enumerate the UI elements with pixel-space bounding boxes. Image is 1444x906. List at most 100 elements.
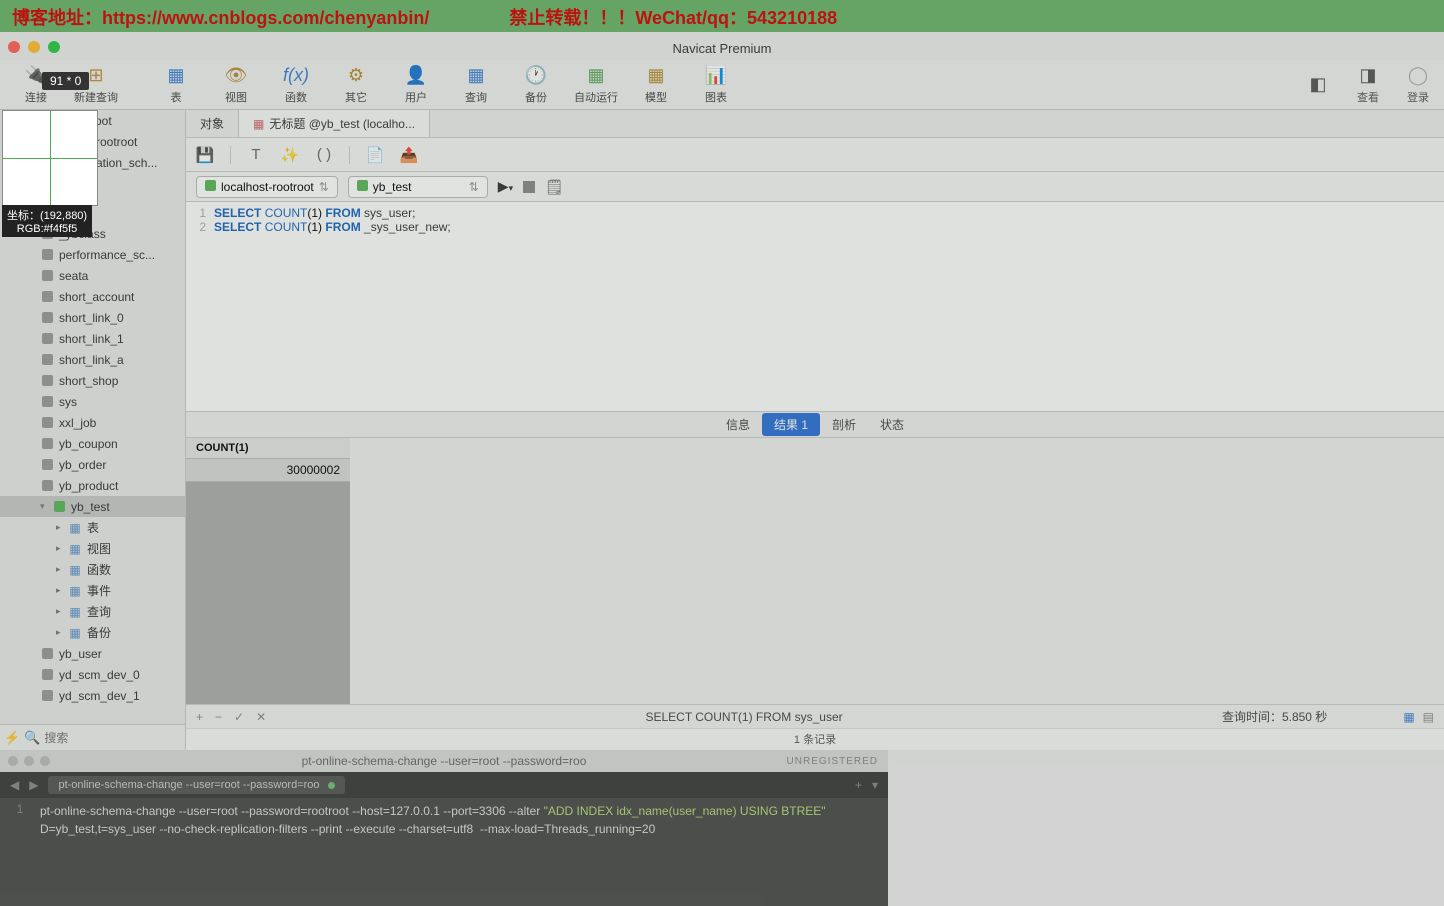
text-icon[interactable]: T: [247, 146, 265, 164]
tree-item[interactable]: yb_order: [0, 454, 185, 475]
chevron-right-icon: ▸: [56, 522, 66, 533]
tab-objects[interactable]: 对象: [186, 110, 239, 137]
wand-icon[interactable]: ✨: [281, 146, 299, 164]
tree-item[interactable]: yb_coupon: [0, 433, 185, 454]
export-icon[interactable]: 📤: [400, 146, 418, 164]
add-row-icon[interactable]: +: [196, 710, 203, 724]
tree-item[interactable]: yd_scm_dev_0: [0, 664, 185, 685]
lightning-icon[interactable]: ⚡: [4, 730, 20, 746]
folder-icon: ▦: [68, 605, 82, 619]
tree-subitem[interactable]: ▸▦备份: [0, 622, 185, 643]
tb-view[interactable]: 👁视图: [206, 65, 266, 105]
tb-backup[interactable]: 🕐备份: [506, 65, 566, 105]
tree-subitem[interactable]: ▸▦事件: [0, 580, 185, 601]
crosshair-h-icon: [3, 158, 97, 159]
rtab-profile[interactable]: 剖析: [820, 413, 868, 436]
tb-func[interactable]: f(x)函数: [266, 65, 326, 105]
tree-subitem[interactable]: ▸▦查询: [0, 601, 185, 622]
tb-user[interactable]: 👤用户: [386, 65, 446, 105]
main-toolbar: 🔌连接 ⊞新建查询 ▦表 👁视图 f(x)函数 ⚙其它 👤用户 ▦查询 🕐备份 …: [0, 60, 1444, 110]
del-row-icon[interactable]: −: [215, 710, 222, 724]
term-next-icon[interactable]: ▶: [29, 778, 38, 792]
tb-login[interactable]: ◯登录: [1398, 65, 1438, 105]
terminal-tab[interactable]: pt-online-schema-change --user=root --pa…: [48, 776, 344, 794]
database-icon: [40, 416, 54, 430]
main-area: 对象 ▦无标题 @yb_test (localho... 💾 T ✨ ( ) 📄…: [186, 110, 1444, 750]
commit-icon[interactable]: ✓: [234, 710, 244, 724]
tree-item[interactable]: short_link_0: [0, 307, 185, 328]
tree-subitem[interactable]: ▸▦视图: [0, 538, 185, 559]
rtab-result1[interactable]: 结果 1: [762, 413, 820, 436]
tree-item[interactable]: yb_user: [0, 643, 185, 664]
tree-item[interactable]: xxl_job: [0, 412, 185, 433]
magnifier-label: 坐标：(192,880) RGB:#f4f5f5: [2, 205, 92, 237]
query-icon: ▦: [463, 65, 489, 87]
terminal-title: pt-online-schema-change --user=root --pa…: [302, 754, 587, 768]
save-icon[interactable]: 💾: [196, 146, 214, 164]
chevron-right-icon: ▸: [56, 627, 66, 638]
tree-item[interactable]: short_shop: [0, 370, 185, 391]
tree-item[interactable]: sys: [0, 391, 185, 412]
chevron-right-icon: ▸: [56, 606, 66, 617]
stop-button[interactable]: [523, 181, 535, 193]
auto-icon: ▦: [583, 65, 609, 87]
search-icon: 🔍: [24, 730, 40, 746]
database-icon: [40, 437, 54, 451]
terminal-titlebar: pt-online-schema-change --user=root --pa…: [0, 750, 888, 772]
terminal-code[interactable]: pt-online-schema-change --user=root --pa…: [40, 802, 888, 838]
result-tabs: 信息 结果 1 剖析 状态: [186, 412, 1444, 438]
tree-item[interactable]: performance_sc...: [0, 244, 185, 265]
search-input[interactable]: [44, 731, 186, 745]
run-button[interactable]: ▶▾: [498, 178, 513, 195]
tree-item[interactable]: short_link_a: [0, 349, 185, 370]
tree-subitem[interactable]: ▸▦函数: [0, 559, 185, 580]
paren-icon[interactable]: ( ): [315, 146, 333, 164]
db-select[interactable]: yb_test⇅: [348, 176, 488, 198]
tree-item[interactable]: seata: [0, 265, 185, 286]
sql-editor[interactable]: 1 2 SELECT COUNT(1) FROM sys_user; SELEC…: [186, 202, 1444, 412]
tb-viewmode2[interactable]: ◨查看: [1348, 65, 1388, 105]
form-view-icon[interactable]: ▤: [1423, 710, 1434, 724]
rtab-info[interactable]: 信息: [714, 413, 762, 436]
tb-query[interactable]: ▦查询: [446, 65, 506, 105]
term-max-icon[interactable]: [40, 756, 50, 766]
code-area[interactable]: SELECT COUNT(1) FROM sys_user; SELECT CO…: [214, 206, 1444, 407]
term-min-icon[interactable]: [24, 756, 34, 766]
term-close-icon[interactable]: [8, 756, 18, 766]
result-header[interactable]: COUNT(1): [186, 438, 350, 459]
tree-item[interactable]: yb_product: [0, 475, 185, 496]
result-cell[interactable]: 30000002: [186, 459, 350, 482]
doc-icon[interactable]: 📄: [366, 146, 384, 164]
rtab-status[interactable]: 状态: [868, 413, 916, 436]
tb-viewmode1[interactable]: ◧: [1298, 74, 1338, 96]
tree-subitem[interactable]: ▸▦表: [0, 517, 185, 538]
database-icon: [40, 311, 54, 325]
term-add-icon[interactable]: +: [855, 778, 862, 792]
cancel-icon[interactable]: ✕: [256, 710, 266, 724]
tb-other[interactable]: ⚙其它: [326, 65, 386, 105]
database-icon: [40, 332, 54, 346]
host-select[interactable]: localhost-rootroot⇅: [196, 176, 338, 198]
tb-model[interactable]: ▦模型: [626, 65, 686, 105]
terminal-body[interactable]: 1 pt-online-schema-change --user=root --…: [0, 798, 888, 842]
view-icon: 👁: [223, 65, 249, 87]
chevron-right-icon: ▸: [56, 564, 66, 575]
terminal-tabbar: ◀ ▶ pt-online-schema-change --user=root …: [0, 772, 888, 798]
pixel-badge: 91 * 0: [42, 72, 89, 90]
term-prev-icon[interactable]: ◀: [10, 778, 19, 792]
explain-icon[interactable]: 🗒: [545, 178, 563, 196]
magnifier: [2, 110, 98, 206]
tree-item[interactable]: short_account: [0, 286, 185, 307]
tb-table[interactable]: ▦表: [146, 65, 206, 105]
tree-item-ybtest[interactable]: ▾yb_test: [0, 496, 185, 517]
database-icon: [40, 479, 54, 493]
query-toolbar: 💾 T ✨ ( ) 📄 📤: [186, 138, 1444, 172]
tab-query[interactable]: ▦无标题 @yb_test (localho...: [239, 110, 430, 137]
grid-view-icon[interactable]: ▦: [1403, 710, 1414, 724]
term-menu-icon[interactable]: ▾: [872, 778, 878, 792]
tb-auto[interactable]: ▦自动运行: [566, 65, 626, 105]
tree-item[interactable]: short_link_1: [0, 328, 185, 349]
chart-icon: 📊: [703, 65, 729, 87]
tb-chart[interactable]: 📊图表: [686, 65, 746, 105]
tree-item[interactable]: yd_scm_dev_1: [0, 685, 185, 706]
